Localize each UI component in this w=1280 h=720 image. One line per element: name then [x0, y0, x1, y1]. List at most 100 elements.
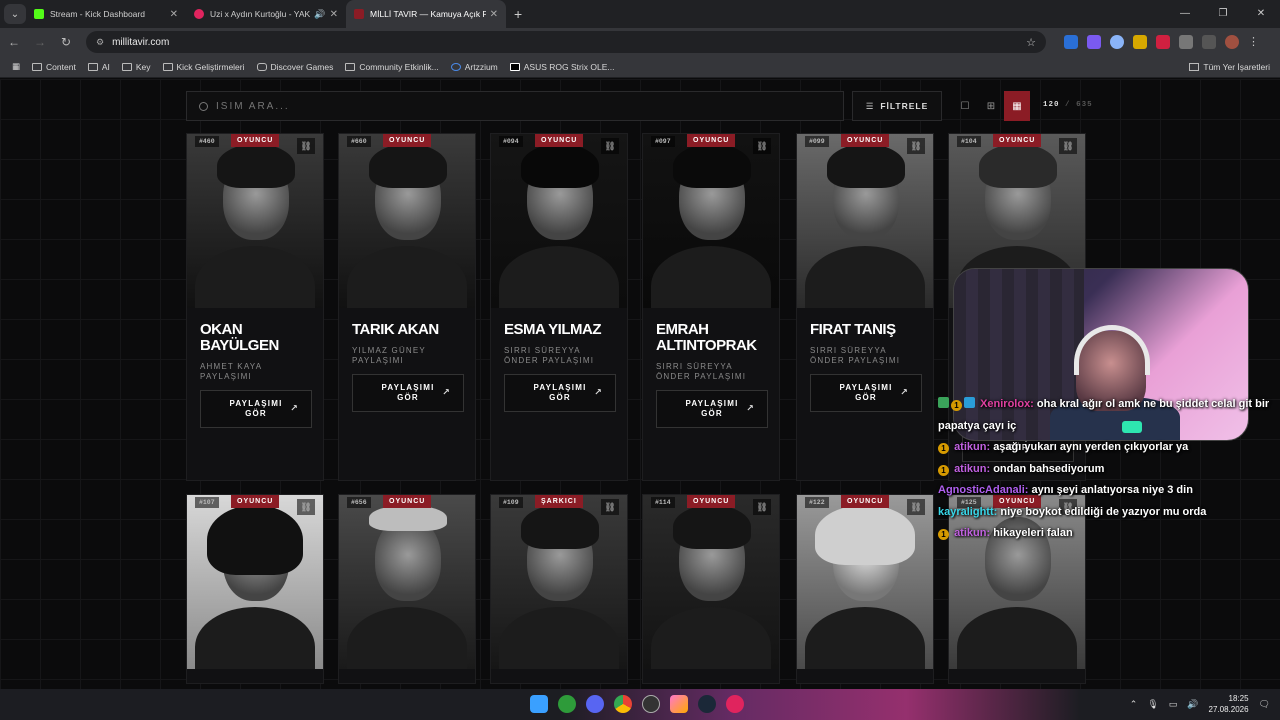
apps-grid-icon[interactable]: ▦	[12, 61, 20, 72]
tab-uzi-video[interactable]: Uzi x Aydın Kurtoğlu - YAK 🔊 ✕	[186, 0, 346, 28]
search-box[interactable]	[186, 91, 844, 121]
close-tab-icon[interactable]: ✕	[490, 9, 498, 20]
chat-text: hikayeleri falan	[993, 527, 1073, 539]
extension-icon[interactable]	[1156, 35, 1170, 49]
see-post-button[interactable]: PAYLAŞIMI GÖR ↗	[656, 390, 768, 428]
extension-icon[interactable]	[1133, 35, 1147, 49]
new-tab-button[interactable]: +	[514, 6, 522, 22]
menu-dots-icon[interactable]: ⋮	[1248, 35, 1259, 49]
chat-message: 1 atikun: hikayeleri falan	[938, 523, 1278, 545]
role-badge: OYUNCU	[841, 134, 890, 147]
role-badge: OYUNCU	[993, 134, 1042, 147]
bookmark-key[interactable]: Key	[121, 62, 151, 72]
role-badge: OYUNCU	[841, 495, 890, 508]
speaker-icon[interactable]: 🔊	[314, 9, 325, 20]
system-clock[interactable]: 18:25 27.08.2026	[1209, 693, 1249, 715]
tab-search-button[interactable]: ⌄	[4, 4, 26, 24]
bookmark-community[interactable]: Community Etkinlik...	[345, 62, 439, 72]
close-tab-icon[interactable]: ✕	[170, 9, 178, 20]
discord-icon[interactable]	[586, 695, 604, 713]
all-bookmarks[interactable]: Tüm Yer İşaretleri	[1189, 62, 1270, 72]
see-post-button[interactable]: PAYLAŞIMI GÖR ↗	[504, 374, 616, 412]
person-card[interactable]: #109 ŞARKICI ⛓	[490, 494, 628, 684]
card-number: #104	[957, 136, 981, 147]
start-icon[interactable]	[530, 695, 548, 713]
link-icon[interactable]: ⛓	[907, 499, 925, 515]
bookmarks-bar: ▦ Content AI Key Kick Geliştirmeleri Dis…	[0, 56, 1280, 78]
browser-toolbar: ← → ↻ ⚙ millitavir.com ☆ ⋮	[0, 28, 1280, 56]
search-input[interactable]	[216, 100, 816, 112]
close-tab-icon[interactable]: ✕	[330, 9, 338, 20]
profile-avatar[interactable]	[1225, 35, 1239, 49]
tab-kick-dashboard[interactable]: Stream - Kick Dashboard ✕	[26, 0, 186, 28]
card-number: #097	[651, 136, 675, 147]
person-card[interactable]: #660 OYUNCU ⛓ TARIK AKAN YILMAZ GÜNEY PA…	[338, 133, 476, 481]
network-icon[interactable]: ▭	[1169, 699, 1178, 710]
link-icon[interactable]: ⛓	[297, 499, 315, 515]
puzzle-icon[interactable]	[1179, 35, 1193, 49]
volume-icon[interactable]: 🔊	[1187, 699, 1198, 710]
person-card[interactable]: #114 OYUNCU ⛓	[642, 494, 780, 684]
notification-icon[interactable]: 🗨	[1259, 699, 1270, 710]
link-icon[interactable]: ⛓	[753, 499, 771, 515]
role-badge: OYUNCU	[687, 495, 736, 508]
extension-icon[interactable]	[1064, 35, 1078, 49]
grid-4-view-icon[interactable]: ⊞	[978, 91, 1004, 121]
person-card[interactable]: #099 OYUNCU ⛓ FIRAT TANIŞ SIRRI SÜREYYA …	[796, 133, 934, 481]
tab-bar: ⌄ Stream - Kick Dashboard ✕ Uzi x Aydın …	[0, 0, 1280, 28]
folder-icon	[32, 62, 43, 71]
person-photo	[187, 495, 323, 669]
reload-icon[interactable]: ↻	[54, 35, 78, 49]
site-info-icon[interactable]: ⚙	[96, 37, 104, 48]
link-icon[interactable]: ⛓	[601, 138, 619, 154]
bookmark-ai[interactable]: AI	[87, 62, 110, 72]
person-card[interactable]: #094 OYUNCU ⛓ ESMA YILMAZ SIRRI SÜREYYA …	[490, 133, 628, 481]
tray-chevron-icon[interactable]: ⌃	[1130, 699, 1138, 710]
sub-badge-icon: 1	[938, 529, 949, 540]
tab-milli-tavir[interactable]: MİLLİ TAVIR — Kamuya Açık Pa ✕	[346, 0, 506, 28]
link-icon[interactable]: ⛓	[601, 499, 619, 515]
person-card[interactable]: #656 OYUNCU	[338, 494, 476, 684]
site-favicon-icon	[354, 9, 364, 19]
extension-icon[interactable]	[1087, 35, 1101, 49]
link-icon[interactable]: ⛓	[907, 138, 925, 154]
link-icon[interactable]: ⛓	[297, 138, 315, 154]
bookmark-star-icon[interactable]: ☆	[1026, 36, 1036, 49]
windows-taskbar: ⌃ 🎙 ▭ 🔊 18:25 27.08.2026 🗨	[0, 689, 1280, 720]
clock-app-icon[interactable]	[642, 695, 660, 713]
role-badge: OYUNCU	[231, 495, 280, 508]
person-card[interactable]: #460 OYUNCU ⛓ OKAN BAYÜLGEN AHMET KAYA P…	[186, 133, 324, 481]
microphone-tray-icon[interactable]: 🎙	[1147, 699, 1158, 710]
bookmark-asus-rog[interactable]: ASUS ROG Strix OLE...	[509, 62, 614, 72]
see-post-button[interactable]: PAYLAŞIMI GÖR ↗	[200, 390, 312, 428]
link-icon[interactable]: ⛓	[1059, 138, 1077, 154]
grid-9-view-icon[interactable]: ▦	[1004, 91, 1030, 121]
see-post-button[interactable]: PAYLAŞIMI GÖR ↗	[352, 374, 464, 412]
bookmark-kick-dev[interactable]: Kick Geliştirmeleri	[162, 62, 245, 72]
link-icon[interactable]: ⛓	[753, 138, 771, 154]
bookmark-content[interactable]: Content	[32, 62, 76, 72]
person-card[interactable]: #097 OYUNCU ⛓ EMRAH ALTINTOPRAK SIRRI SÜ…	[642, 133, 780, 481]
extension-icon[interactable]	[1110, 35, 1124, 49]
youtube-music-icon[interactable]	[726, 695, 744, 713]
close-window-icon[interactable]: ✕	[1242, 0, 1280, 28]
back-arrow-icon[interactable]: ←	[2, 35, 26, 49]
list-view-icon[interactable]: ☐	[952, 91, 978, 121]
steam-icon[interactable]	[698, 695, 716, 713]
person-card[interactable]: #122 OYUNCU ⛓	[796, 494, 934, 684]
chat-username: atikun:	[954, 462, 991, 475]
bookmark-artzzium[interactable]: Artzzium	[450, 62, 498, 72]
forward-arrow-icon[interactable]: →	[28, 35, 52, 49]
address-bar[interactable]: ⚙ millitavir.com ☆	[86, 31, 1046, 53]
folder-icon	[87, 62, 98, 71]
reading-list-icon[interactable]	[1202, 35, 1216, 49]
restore-icon[interactable]: ❐	[1204, 0, 1242, 28]
minimize-icon[interactable]: —	[1166, 0, 1204, 28]
photos-icon[interactable]	[670, 695, 688, 713]
chrome-icon[interactable]	[614, 695, 632, 713]
xbox-icon[interactable]	[558, 695, 576, 713]
filter-button[interactable]: ☰ FİLTRELE	[852, 91, 942, 121]
person-card[interactable]: #107 OYUNCU ⛓	[186, 494, 324, 684]
bookmark-discover-games[interactable]: Discover Games	[256, 62, 333, 72]
see-post-button[interactable]: PAYLAŞIMI GÖR ↗	[810, 374, 922, 412]
